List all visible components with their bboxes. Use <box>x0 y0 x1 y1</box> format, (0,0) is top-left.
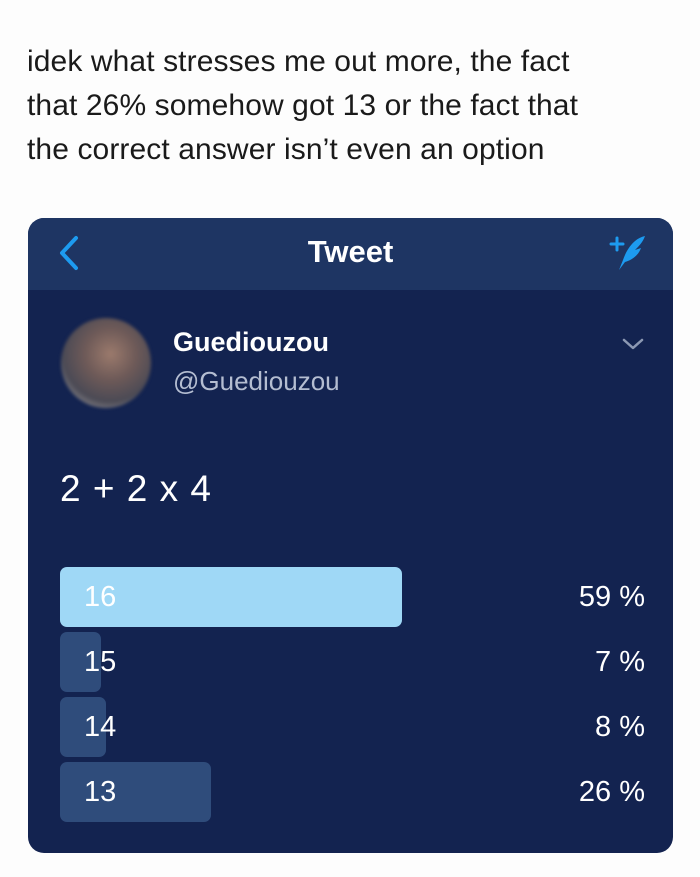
author-display-name[interactable]: Guediouzou <box>173 324 329 360</box>
caption-line: the correct answer isn’t even an option <box>27 133 545 166</box>
poll-option-percent: 8 % <box>595 711 645 743</box>
poll-option-label: 15 <box>84 646 117 678</box>
tweet-screenshot: Tweet Guediouzou @Guediouzou 2 + 2 x 4 1… <box>28 218 673 853</box>
compose-tweet-icon <box>609 236 645 270</box>
poll: 16 59 % 15 7 % 14 8 % 13 26 % <box>60 567 645 827</box>
poll-option-label: 16 <box>84 581 117 613</box>
poll-option[interactable]: 15 7 % <box>60 632 645 692</box>
poll-option-label: 13 <box>84 776 117 808</box>
poll-option-percent: 59 % <box>578 581 645 613</box>
poll-option[interactable]: 14 8 % <box>60 697 645 757</box>
caption-line: idek what stresses me out more, the fact <box>27 45 570 78</box>
tweet-text: 2 + 2 x 4 <box>60 468 212 509</box>
poll-option-percent: 26 % <box>578 776 645 808</box>
post-caption: idek what stresses me out more, the fact… <box>27 40 667 172</box>
tweet-navbar: Tweet <box>28 218 673 290</box>
poll-option-percent: 7 % <box>595 646 645 678</box>
poll-option-label: 14 <box>84 711 117 743</box>
tweet-menu-button[interactable] <box>619 332 647 356</box>
meme-post: idek what stresses me out more, the fact… <box>0 0 700 877</box>
poll-option[interactable]: 13 26 % <box>60 762 645 822</box>
compose-tweet-button[interactable] <box>605 230 651 274</box>
caption-line: that 26% somehow got 13 or the fact that <box>27 89 579 122</box>
page-title: Tweet <box>307 234 394 269</box>
poll-option[interactable]: 16 59 % <box>60 567 645 627</box>
chevron-down-icon <box>622 338 644 350</box>
avatar[interactable] <box>61 318 151 408</box>
poll-bar <box>60 762 211 822</box>
author-handle[interactable]: @Guediouzou <box>173 364 340 398</box>
